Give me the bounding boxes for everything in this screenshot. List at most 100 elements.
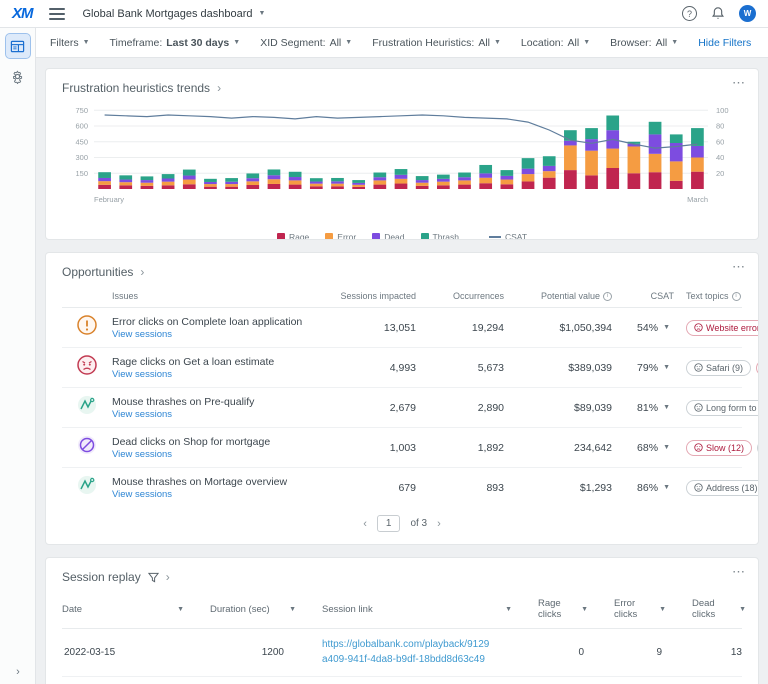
chevron-down-icon[interactable]: ▼ (659, 606, 666, 613)
filter-chip-0[interactable]: Filters▼ (50, 37, 90, 49)
dashboard-title-dropdown[interactable]: Global Bank Mortgages dashboard ▼ (83, 8, 266, 20)
sidebar-expand-button[interactable]: › (0, 666, 36, 678)
chevron-down-icon[interactable]: ▼ (289, 606, 296, 613)
filter-chip-4[interactable]: Location:All▼ (521, 37, 590, 49)
svg-text:150: 150 (75, 169, 88, 178)
sr-col-error-clicks: Error clicks▼ (614, 598, 692, 620)
filter-label: Browser: (610, 37, 651, 49)
trends-chart-svg: 15030045060075020406080100FebruaryMarch (62, 99, 748, 225)
page-next-button[interactable]: › (437, 518, 441, 530)
page-prev-button[interactable]: ‹ (363, 518, 367, 530)
issue-cell: Mouse thrashes on Mortage overviewView s… (112, 476, 326, 500)
chevron-down-icon[interactable]: ▼ (739, 606, 746, 613)
issue-title: Error clicks on Complete loan applicatio… (112, 316, 326, 328)
col-issues: Issues (112, 291, 326, 301)
view-sessions-link[interactable]: View sessions (112, 329, 326, 340)
session-replay-options-menu[interactable]: ⋯ (732, 564, 746, 580)
info-icon[interactable]: i (603, 292, 612, 301)
xm-logo: XM (12, 5, 33, 22)
chevron-down-icon: ▼ (663, 484, 670, 491)
filter-chip-3[interactable]: Frustration Heuristics:All▼ (372, 37, 501, 49)
potential-value: $389,039 (504, 362, 612, 374)
filter-label: Location: (521, 37, 564, 49)
legend-label: Dead (384, 232, 404, 240)
session-replay-expand-caret[interactable]: › (166, 570, 170, 584)
sr-col-label: Date (62, 604, 82, 615)
opportunities-title: Opportunities (62, 265, 133, 279)
issue-cell: Error clicks on Complete loan applicatio… (112, 316, 326, 340)
help-icon[interactable]: ? (682, 6, 697, 21)
sr-error: 9 (614, 647, 692, 658)
opportunities-expand-caret[interactable]: › (140, 265, 144, 279)
chevron-down-icon[interactable]: ▼ (177, 606, 184, 613)
svg-text:80: 80 (716, 122, 724, 131)
topic-pill[interactable]: Safari (9) (686, 360, 751, 376)
legend-item-error: Error (325, 232, 356, 240)
topic-pill[interactable]: Slow (12) (686, 440, 752, 456)
sr-col-label: Rage clicks (538, 598, 581, 620)
svg-text:20: 20 (716, 169, 724, 178)
hide-filters-link[interactable]: Hide Filters (698, 37, 751, 49)
filter-label: Frustration Heuristics: (372, 37, 474, 49)
legend-label: CSAT (505, 232, 527, 240)
filter-chip-2[interactable]: XID Segment:All▼ (260, 37, 352, 49)
occurrences-value: 5,673 (416, 362, 504, 374)
bell-icon[interactable] (711, 6, 725, 21)
filter-funnel-icon[interactable] (148, 572, 159, 583)
sessions-impacted-value: 4,993 (326, 362, 416, 374)
text-topics-cell: Address (18)Loading (98) (674, 480, 759, 496)
col-text-topics: Text topicsi (674, 291, 742, 301)
sr-session-link[interactable]: https://globalbank.com/playback/9129a409… (322, 638, 494, 667)
dashboard-icon (10, 39, 25, 54)
filter-value: All (478, 37, 490, 49)
page-title: Global Bank Mortgages dashboard (83, 8, 253, 20)
chevron-down-icon[interactable]: ▼ (581, 606, 588, 613)
legend-label: Thrash (433, 232, 459, 240)
csat-value-dropdown[interactable]: 54%▼ (612, 322, 674, 334)
filter-label: Filters (50, 37, 79, 49)
info-icon[interactable]: i (732, 292, 741, 301)
mouse-thrash-icon (76, 474, 98, 496)
topic-pill[interactable]: Website error (32) (686, 320, 759, 336)
avatar[interactable]: W (739, 5, 756, 22)
opportunities-card: Opportunities › ⋯ Issues Sessions impact… (45, 252, 759, 545)
issue-icon-cell (62, 474, 112, 501)
chevron-down-icon[interactable]: ▼ (505, 606, 512, 613)
filter-value: All (656, 37, 668, 49)
csat-value-dropdown[interactable]: 86%▼ (612, 482, 674, 494)
page-number-box[interactable]: 1 (377, 515, 401, 532)
svg-text:750: 750 (75, 106, 88, 115)
filter-chip-5[interactable]: Browser:All▼ (610, 37, 678, 49)
topic-pill[interactable]: Popup (71) (757, 440, 759, 456)
opportunities-options-menu[interactable]: ⋯ (732, 259, 746, 275)
filter-chip-1[interactable]: Timeframe:Last 30 days▼ (110, 37, 241, 49)
topic-pill-label: Slow (12) (706, 443, 744, 453)
chevron-down-icon: ▼ (233, 39, 240, 46)
legend-item-thrash: Thrash (421, 232, 459, 240)
view-sessions-link[interactable]: View sessions (112, 409, 326, 420)
csat-value: 79% (637, 362, 658, 374)
sidebar-item-dashboards[interactable] (6, 34, 30, 58)
topic-pill[interactable]: Long form to fill out (12) (686, 400, 759, 416)
chart-expand-caret[interactable]: › (217, 81, 221, 95)
sr-dead: 13 (692, 647, 759, 658)
csat-value-dropdown[interactable]: 79%▼ (612, 362, 674, 374)
view-sessions-link[interactable]: View sessions (112, 369, 326, 380)
view-sessions-link[interactable]: View sessions (112, 489, 326, 500)
topic-pill[interactable]: Address (18) (686, 480, 759, 496)
issue-icon-cell (62, 354, 112, 381)
sr-col-dead-clicks: Dead clicks▼ (692, 598, 759, 620)
sr-date: 2022-03-15 (62, 647, 210, 658)
issue-cell: Rage clicks on Get a loan estimateView s… (112, 356, 326, 380)
sidebar-item-settings[interactable] (6, 64, 30, 88)
session-replay-row: 2022-03-151200https://globalbank.com/pla… (62, 677, 742, 684)
chart-options-menu[interactable]: ⋯ (732, 75, 746, 91)
csat-value-dropdown[interactable]: 81%▼ (612, 402, 674, 414)
legend-item-csat: CSAT (475, 232, 527, 240)
text-topics-cell: Long form to fill out (12)Quick response… (674, 400, 759, 416)
legend-item-dead: Dead (372, 232, 404, 240)
csat-value-dropdown[interactable]: 68%▼ (612, 442, 674, 454)
hamburger-menu-icon[interactable] (49, 8, 65, 20)
view-sessions-link[interactable]: View sessions (112, 449, 326, 460)
topic-pill[interactable]: Slow to load (49) (756, 360, 759, 376)
